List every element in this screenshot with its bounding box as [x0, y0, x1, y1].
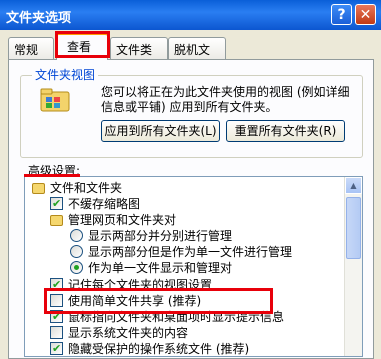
checkbox[interactable]	[50, 277, 63, 293]
tab-view[interactable]: 查看	[56, 33, 108, 60]
close-button[interactable]: ✕	[355, 4, 376, 25]
tab-offline-files[interactable]: 脱机文件	[168, 37, 226, 74]
reset-all-folders-button[interactable]: 重置所有文件夹(R)	[226, 120, 345, 142]
folder-icon	[50, 215, 63, 226]
checkbox[interactable]	[50, 341, 63, 356]
title-bar: 文件夹选项 ? ✕	[0, 0, 381, 30]
checkbox[interactable]	[50, 196, 63, 212]
tab-file-types[interactable]: 文件类型	[110, 37, 168, 74]
radio-button[interactable]	[70, 229, 83, 242]
scroll-up-arrow-icon[interactable]: ▲	[345, 177, 362, 194]
radio-button[interactable]	[70, 261, 83, 274]
advanced-settings-list: 文件和文件夹 不缓存缩略图 管理网页和文件夹对 显示两部分并分别进行管理 显示两…	[24, 176, 363, 357]
scroll-thumb[interactable]	[346, 197, 361, 259]
folder-icon	[32, 183, 45, 194]
checkbox[interactable]	[50, 294, 63, 307]
apply-to-all-folders-button[interactable]: 应用到所有文件夹(L)	[101, 120, 220, 142]
radio-button[interactable]	[70, 245, 83, 258]
window-title: 文件夹选项	[6, 11, 72, 26]
vertical-scrollbar[interactable]: ▲	[344, 177, 362, 356]
tab-general[interactable]: 常规	[8, 37, 54, 59]
folder-view-icon	[40, 88, 70, 112]
folder-views-legend: 文件夹视图	[32, 66, 99, 83]
highlight-underline	[24, 174, 80, 177]
help-button[interactable]: ?	[331, 4, 352, 25]
checkbox[interactable]	[50, 309, 63, 325]
checkbox[interactable]	[50, 326, 63, 339]
folder-views-description: 您可以将正在为此文件夹使用的视图 (例如详细信息或平铺) 应用到所有文件夹。	[101, 85, 350, 114]
